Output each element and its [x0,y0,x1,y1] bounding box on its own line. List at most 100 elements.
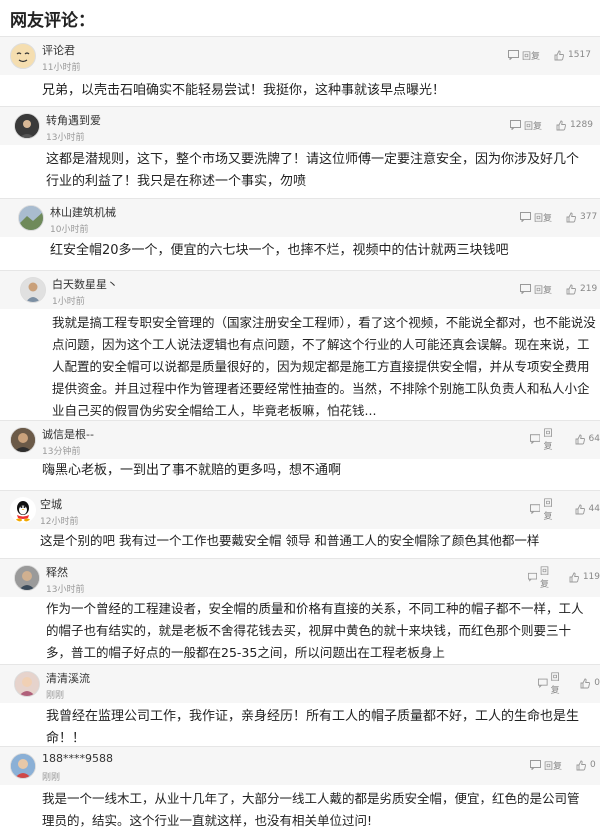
avatar[interactable] [14,671,40,697]
thumbs-up-icon [575,434,585,444]
like-button[interactable]: 64 [575,434,600,445]
username[interactable]: 释然 [46,564,68,580]
like-button[interactable]: 119 [569,572,600,583]
timestamp: 11小时前 [42,63,81,73]
thumbs-up-icon [556,120,566,130]
reply-icon [528,572,538,582]
reply-icon [538,678,548,688]
comment-item: 诚信是根-- 13分钟前 回复 64 嗨黑心老板，一到出了事不就赔的更多吗，想不… [0,420,600,490]
like-count: 377 [580,212,598,222]
timestamp: 刚刚 [42,773,61,783]
like-button[interactable]: 1289 [556,120,593,131]
avatar[interactable] [10,753,36,779]
username[interactable]: 林山建筑机械 [50,204,116,220]
comment-text: 我是一个一线木工，从业十几年了，大部分一线工人戴的都是劣质安全帽，便宜，红色的是… [42,791,580,828]
like-count: 1289 [570,120,593,130]
username[interactable]: 评论君 [42,42,75,58]
comment-actions: 回复 119 [528,567,600,590]
reply-label: 回复 [534,213,553,224]
comment-actions: 回复 377 [520,210,597,224]
comment-actions: 回复 44 [530,499,600,522]
like-count: 0 [594,678,600,688]
reply-label: 回复 [543,499,553,522]
avatar[interactable] [20,277,46,303]
thumbs-up-icon [554,50,564,60]
avatar[interactable] [10,427,36,453]
username[interactable]: 白天数星星丶 [52,276,118,292]
reply-label: 回复 [544,761,563,772]
timestamp: 13小时前 [46,585,85,595]
comment-item: 空城 12小时前 回复 44 这是个别的吧 我有过一个工作也要戴安全帽 领导 和… [0,490,600,558]
like-button[interactable]: 219 [566,284,597,295]
reply-label: 回复 [550,673,560,696]
username[interactable]: 诚信是根-- [42,426,94,442]
thumbs-up-icon [569,572,579,582]
comment-actions: 回复 0 [530,758,596,772]
timestamp: 13分钟前 [42,447,81,457]
like-count: 219 [580,284,598,294]
comment-text: 嗨黑心老板，一到出了事不就赔的更多吗，想不通啊 [42,463,342,478]
comment-actions: 回复 0 [538,673,600,696]
timestamp: 1小时前 [52,297,85,307]
like-button[interactable]: 0 [576,760,596,771]
thumbs-up-icon [580,678,591,688]
reply-label: 回复 [524,121,543,132]
comment-actions: 回复 64 [530,429,600,452]
comment-text: 这都是潜规则，这下，整个市场又要洗牌了！请这位师傅一定要注意安全，因为你涉及好几… [46,152,580,189]
reply-label: 回复 [543,429,553,452]
reply-button[interactable]: 回复 [520,211,552,224]
avatar[interactable] [10,497,36,523]
thumbs-up-icon [566,284,576,294]
like-count: 119 [582,572,600,582]
username[interactable]: 转角遇到爱 [46,112,101,128]
reply-button[interactable]: 回复 [510,119,542,132]
comment-text: 红安全帽20多一个，便宜的六七块一个，也摔不烂，视频中的估计就两三块钱吧 [50,243,509,258]
reply-button[interactable]: 回复 [530,426,561,452]
like-count: 64 [588,434,600,444]
username[interactable]: 188****9588 [42,752,113,765]
avatar[interactable] [18,205,44,231]
comment-header [0,558,600,597]
reply-icon [510,120,521,130]
thumbs-up-icon [575,504,585,514]
reply-button[interactable]: 回复 [530,496,561,522]
comment-header [0,664,600,703]
reply-button[interactable]: 回复 [520,283,552,296]
reply-button[interactable]: 回复 [538,670,566,696]
reply-button[interactable]: 回复 [528,564,555,590]
username[interactable]: 清清溪流 [46,670,90,686]
comment-actions: 回复 219 [520,282,597,296]
timestamp: 13小时前 [46,133,85,143]
comment-actions: 回复 1289 [510,118,593,132]
thumbs-up-icon [566,212,576,222]
avatar[interactable] [14,113,40,139]
avatar[interactable] [10,43,36,69]
like-button[interactable]: 1517 [554,50,591,61]
reply-icon [508,50,519,60]
timestamp: 刚刚 [46,691,65,701]
comment-item: 评论君 11小时前 回复 1517 兄弟，以壳击石咱确实不能轻易尝试！我挺你，这… [0,36,600,106]
timestamp: 12小时前 [40,517,79,527]
comment-item: 白天数星星丶 1小时前 回复 219 我就是搞工程专职安全管理的（国家注册安全工… [0,270,600,420]
avatar[interactable] [14,565,40,591]
comment-text: 我就是搞工程专职安全管理的（国家注册安全工程师），看了这个视频，不能说全都对，也… [52,315,596,418]
like-button[interactable]: 0 [580,678,600,689]
comment-item: 转角遇到爱 13小时前 回复 1289 这都是潜规则，这下，整个市场又要洗牌了！… [0,106,600,198]
comment-item: 188****9588 刚刚 回复 0 我是一个一线木工，从业十几年了，大部分一… [0,746,600,833]
reply-button[interactable]: 回复 [530,759,562,772]
username[interactable]: 空城 [40,496,62,512]
like-button[interactable]: 377 [566,212,597,223]
reply-label: 回复 [540,567,550,590]
reply-icon [520,212,531,222]
comment-text: 作为一个曾经的工程建设者，安全帽的质量和价格有直接的关系，不同工种的帽子都不一样… [46,601,584,660]
comment-header [0,490,600,529]
reply-icon [530,504,541,514]
comment-text: 这是个别的吧 我有过一个工作也要戴安全帽 领导 和普通工人的安全帽除了颜色其他都… [40,533,540,548]
comment-item: 释然 13小时前 回复 119 作为一个曾经的工程建设者，安全帽的质量和价格有直… [0,558,600,664]
like-button[interactable]: 44 [575,504,600,515]
reply-button[interactable]: 回复 [508,49,540,62]
like-count: 44 [588,504,600,514]
reply-icon [530,434,541,444]
reply-label: 回复 [522,51,541,62]
comment-item: 林山建筑机械 10小时前 回复 377 红安全帽20多一个，便宜的六七块一个，也… [0,198,600,270]
